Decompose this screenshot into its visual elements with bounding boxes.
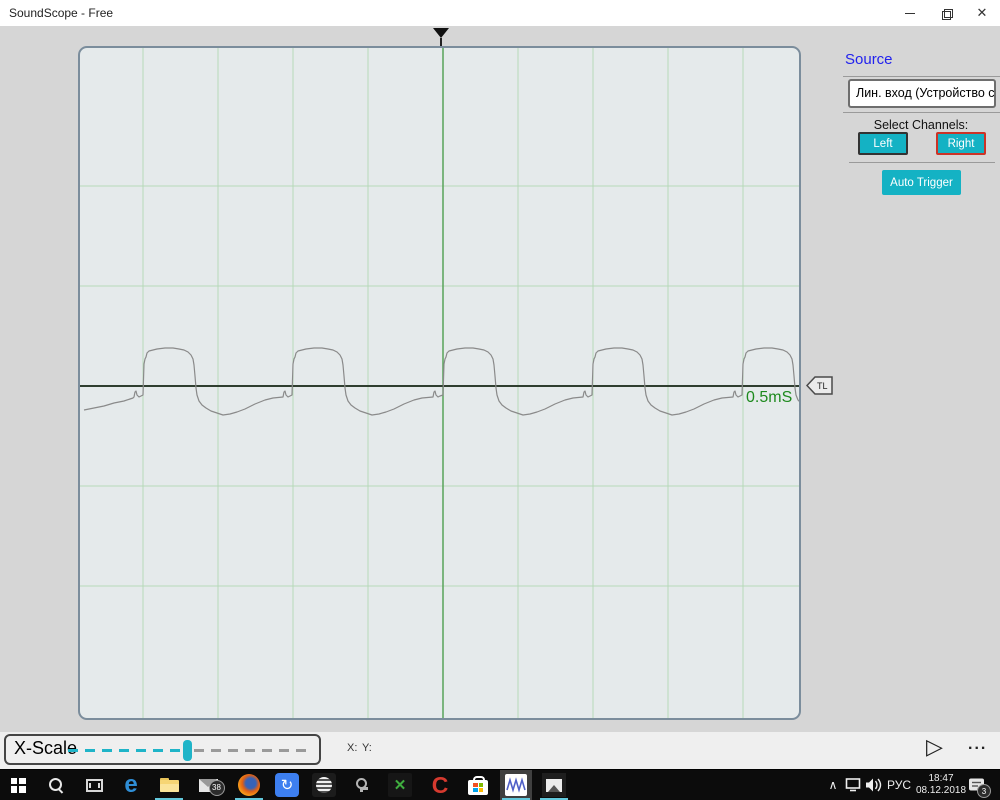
select-channels-label: Select Channels: bbox=[873, 118, 969, 132]
minimize-icon bbox=[905, 12, 915, 14]
bottom-control-bar: X-Scale X: Y: ▷ ... bbox=[0, 732, 1000, 769]
x-scale-slider-thumb[interactable] bbox=[183, 740, 192, 761]
minimize-button[interactable] bbox=[892, 0, 928, 26]
taskbar-sync-app[interactable]: ↻ bbox=[271, 770, 303, 800]
volume-icon[interactable] bbox=[864, 770, 884, 800]
audio-device-value: Лин. вход (Устройство с bbox=[856, 86, 994, 100]
mail-badge: 38 bbox=[208, 779, 225, 796]
time-per-division-label: 0.5mS bbox=[746, 389, 793, 406]
trigger-position-stem bbox=[440, 38, 442, 46]
trigger-position-marker-icon[interactable] bbox=[433, 28, 449, 38]
taskbar-soundscope-active[interactable] bbox=[500, 770, 532, 800]
globe-icon bbox=[312, 773, 336, 797]
auto-trigger-button[interactable]: Auto Trigger bbox=[882, 170, 961, 195]
more-options-button[interactable]: ... bbox=[968, 736, 987, 754]
key-icon bbox=[352, 778, 370, 792]
restore-icon bbox=[941, 8, 953, 20]
firefox-icon bbox=[238, 774, 260, 796]
window-title: SoundScope - Free bbox=[9, 6, 114, 20]
store-icon bbox=[468, 775, 488, 795]
search-icon bbox=[48, 777, 64, 794]
taskbar-ccleaner[interactable]: C bbox=[424, 770, 456, 800]
taskbar-x-app[interactable]: ✕ bbox=[384, 770, 416, 800]
tl-text: TL bbox=[817, 381, 828, 391]
divider bbox=[843, 112, 1000, 113]
x-scale-track-empty[interactable] bbox=[194, 749, 310, 752]
cursor-x-readout: X: bbox=[347, 742, 358, 754]
divider bbox=[849, 162, 995, 163]
tray-date: 08.12.2018 bbox=[915, 785, 967, 796]
network-icon[interactable] bbox=[844, 770, 864, 800]
restore-button[interactable] bbox=[928, 0, 964, 26]
windows-logo-icon bbox=[10, 777, 26, 793]
soundscope-icon bbox=[505, 774, 527, 796]
edge-icon: e bbox=[124, 771, 138, 798]
folder-icon bbox=[159, 778, 179, 792]
divider bbox=[843, 76, 1000, 77]
title-bar: SoundScope - Free ✕ bbox=[0, 0, 1000, 26]
taskbar-edge[interactable]: e bbox=[115, 770, 147, 800]
taskbar-att-app[interactable] bbox=[308, 770, 340, 800]
start-button[interactable] bbox=[2, 770, 34, 800]
taskbar-mail[interactable]: 38 bbox=[192, 770, 225, 800]
tray-show-hidden-icons[interactable]: ∧ bbox=[824, 770, 842, 800]
photos-icon bbox=[542, 773, 566, 797]
taskbar: e 38 ↻ ✕ C ∧ РУС 18:47 08.12.2018 3 bbox=[0, 770, 1000, 800]
right-channel-button[interactable]: Right bbox=[936, 132, 986, 155]
tray-time: 18:47 bbox=[928, 773, 954, 784]
taskbar-search-button[interactable] bbox=[40, 770, 72, 800]
ccleaner-icon: C bbox=[431, 772, 449, 798]
x-scale-group: X-Scale bbox=[4, 734, 321, 765]
x-scale-track-filled[interactable] bbox=[68, 749, 184, 752]
main-area: 0.5mS TL Source Лин. вход (Устройство с … bbox=[0, 26, 1000, 732]
oscilloscope-display[interactable]: 0.5mS bbox=[78, 46, 801, 720]
action-center-button[interactable]: 3 bbox=[962, 770, 992, 800]
trigger-level-tag[interactable]: TL bbox=[805, 376, 833, 395]
source-panel-title: Source bbox=[845, 51, 893, 68]
taskbar-store[interactable] bbox=[462, 770, 494, 800]
left-channel-button[interactable]: Left bbox=[858, 132, 908, 155]
scope-canvas bbox=[80, 48, 799, 718]
mail-icon: 38 bbox=[198, 778, 225, 796]
task-view-icon bbox=[85, 778, 103, 792]
taskbar-file-explorer[interactable] bbox=[153, 770, 185, 800]
green-x-icon: ✕ bbox=[388, 773, 412, 797]
taskbar-photos[interactable] bbox=[538, 770, 570, 800]
sync-icon: ↻ bbox=[275, 773, 299, 797]
taskbar-firefox[interactable] bbox=[233, 770, 265, 800]
language-indicator[interactable]: РУС bbox=[886, 770, 912, 800]
notification-badge: 3 bbox=[977, 784, 991, 798]
taskbar-key-tool[interactable] bbox=[345, 770, 377, 800]
audio-device-select[interactable]: Лин. вход (Устройство с bbox=[848, 79, 996, 108]
task-view-button[interactable] bbox=[78, 770, 110, 800]
cursor-y-readout: Y: bbox=[362, 742, 372, 754]
play-button[interactable]: ▷ bbox=[926, 734, 943, 760]
close-button[interactable]: ✕ bbox=[964, 0, 1000, 26]
